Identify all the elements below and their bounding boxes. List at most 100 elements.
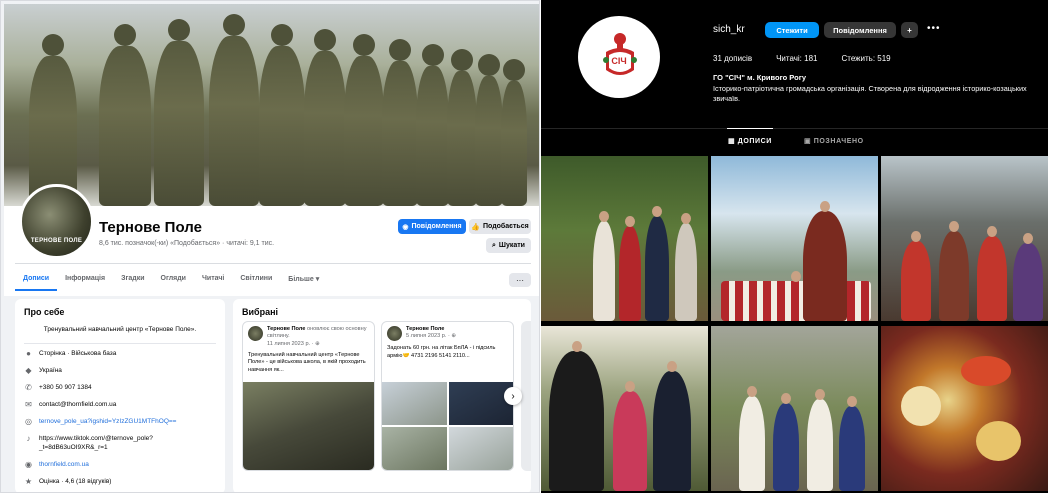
following-count[interactable]: Стежить: 519 <box>841 54 890 63</box>
post-thumbnail[interactable] <box>541 156 708 321</box>
website-icon: ◉ <box>25 459 32 469</box>
cover-photo <box>4 4 539 206</box>
tab-photos[interactable]: Світлини <box>232 271 280 291</box>
tab-more[interactable]: Більше ▾ <box>280 271 327 291</box>
tiktok-icon: ♪ <box>26 434 31 444</box>
messenger-icon: ◉ <box>402 223 409 231</box>
info-text: Оцінка · 4,6 (18 відгуків) <box>39 477 112 485</box>
profile-stats: 31 дописів Читачі: 181 Стежить: 519 <box>713 54 891 63</box>
like-button[interactable]: 👍 Подобається <box>469 219 531 234</box>
info-row: ◆ Україна <box>24 366 216 376</box>
post-author[interactable]: Тернове Поле <box>406 326 444 332</box>
instagram-icon: ◎ <box>25 417 32 427</box>
instagram-profile-screenshot: СІЧ sich_kr Стежити Повідомлення + ••• 3… <box>541 0 1048 493</box>
featured-title: Вибрані <box>242 307 279 317</box>
post-text: Задонать 60 грн. на літак БпЛА - і підси… <box>387 345 496 359</box>
profile-avatar[interactable]: ТЕРНОВЕ ПОЛЕ <box>19 184 94 259</box>
info-text: Сторінка · Військова база <box>39 350 117 357</box>
post-text: Тренувальний навчальний центр «Тернове П… <box>248 351 366 373</box>
posts-grid <box>541 156 1048 493</box>
post-avatar[interactable] <box>248 326 263 341</box>
post-meta: Тернове Поле 5 липня 2023 р. · ⊕ <box>406 326 456 341</box>
post-header: Тернове Поле 5 липня 2023 р. · ⊕ <box>382 322 513 345</box>
search-icon: ⌕ <box>492 241 496 249</box>
display-name: ГО "СІЧ" м. Кривого Рогу <box>713 73 806 82</box>
post-image[interactable] <box>448 427 513 470</box>
post-meta: Тернове Поле оновлює свою основну світли… <box>267 326 369 348</box>
phone-icon: ✆ <box>25 383 32 393</box>
post-image[interactable] <box>382 427 447 470</box>
tab-posts[interactable]: ▦ ДОПИСИ <box>728 137 772 145</box>
about-description: Тренувальний навчальний центр «Тернове П… <box>43 326 197 333</box>
featured-post-card-partial[interactable] <box>521 321 531 471</box>
page-tabs: Дописи Інформація Згадки Огляди Читачі С… <box>15 271 327 291</box>
page-title: Тернове Поле <box>99 219 202 236</box>
post-author[interactable]: Тернове Поле <box>267 326 305 332</box>
avatar-label: ТЕРНОВЕ ПОЛЕ <box>30 238 83 244</box>
info-text[interactable]: thornfield.com.ua <box>39 461 89 470</box>
info-row[interactable]: ◎ ternove_pole_ua?igshid=YzIzZGU1MTFhOQ== <box>24 417 216 427</box>
tab-followers[interactable]: Читачі <box>194 271 232 291</box>
posts-count: 31 дописів <box>713 54 753 63</box>
featured-section: Вибрані Тернове Поле оновлює свою основн… <box>233 299 531 492</box>
tab-mentions[interactable]: Згадки <box>113 271 152 291</box>
star-icon: ★ <box>24 476 33 486</box>
tab-divider <box>541 128 1048 129</box>
info-row: ★ Оцінка · 4,6 (18 відгуків) <box>24 476 216 487</box>
profile-avatar[interactable]: СІЧ <box>578 16 660 98</box>
info-row: ✉ contact@thornfield.com.ua <box>24 400 216 410</box>
search-button-label: Шукати <box>498 242 525 249</box>
post-thumbnail[interactable] <box>541 326 708 491</box>
add-user-icon[interactable]: + <box>901 22 918 38</box>
follow-button[interactable]: Стежити <box>765 22 819 38</box>
logo-text: СІЧ <box>611 56 627 66</box>
next-arrow-button[interactable]: › <box>504 387 522 405</box>
info-row: ● Сторінка · Військова база <box>24 349 216 359</box>
tab-reviews[interactable]: Огляди <box>153 271 194 291</box>
username: sich_kr <box>713 24 745 35</box>
message-button[interactable]: ◉ Повідомлення <box>398 219 466 234</box>
more-options-icon[interactable]: ••• <box>927 23 941 34</box>
info-icon: ● <box>26 349 31 359</box>
post-thumbnail[interactable] <box>711 326 878 491</box>
post-header: Тернове Поле оновлює свою основну світли… <box>243 322 374 352</box>
thumbs-up-icon: 👍 <box>471 223 480 231</box>
bio: Історико-патріотична громадська організа… <box>713 84 1027 103</box>
post-image[interactable] <box>448 382 513 425</box>
featured-post-card[interactable]: Тернове Поле оновлює свою основну світли… <box>242 321 375 471</box>
followers-count[interactable]: Читачі: 181 <box>776 54 817 63</box>
post-thumbnail[interactable] <box>881 326 1048 491</box>
post-thumbnail[interactable] <box>711 156 878 321</box>
message-button[interactable]: Повідомлення <box>824 22 896 38</box>
more-options-button[interactable]: ··· <box>509 273 531 287</box>
tab-info[interactable]: Інформація <box>57 271 113 291</box>
info-text: contact@thornfield.com.ua <box>39 401 117 408</box>
post-image[interactable] <box>382 382 447 425</box>
about-title: Про себе <box>24 307 65 317</box>
info-list: ● Сторінка · Військова база ◆ Україна ✆ +380 … <box>24 349 216 487</box>
active-tab-indicator <box>727 128 773 129</box>
message-button-label: Повідомлення <box>411 223 462 230</box>
info-row: ♪ https://www.tiktok.com/@ternove_pole?_t… <box>24 434 216 453</box>
info-row[interactable]: ◉ thornfield.com.ua <box>24 459 216 470</box>
info-row: ✆ +380 50 907 1384 <box>24 383 216 393</box>
post-image[interactable] <box>243 382 374 470</box>
info-text: Україна <box>39 367 62 374</box>
header-divider <box>15 263 531 264</box>
email-icon: ✉ <box>25 400 32 410</box>
post-date[interactable]: 11 липня 2023 р. · ⊕ <box>267 341 320 347</box>
featured-post-card[interactable]: Тернове Поле 5 липня 2023 р. · ⊕ Задонат… <box>381 321 514 471</box>
info-text: +380 50 907 1384 <box>39 384 92 391</box>
search-button[interactable]: ⌕ Шукати <box>486 238 531 253</box>
post-image-grid[interactable] <box>382 382 513 470</box>
page-stats[interactable]: 8,6 тис. позначок(-ки) «Подобається» · ч… <box>99 240 274 247</box>
location-icon: ◆ <box>25 366 32 376</box>
post-thumbnail[interactable] <box>881 156 1048 321</box>
facebook-page-screenshot: ТЕРНОВЕ ПОЛЕ Тернове Поле 8,6 тис. позна… <box>0 0 540 493</box>
post-avatar[interactable] <box>387 326 402 341</box>
post-date[interactable]: 5 липня 2023 р. · ⊕ <box>406 333 456 339</box>
info-text[interactable]: ternove_pole_ua?igshid=YzIzZGU1MTFhOQ== <box>39 418 176 427</box>
tab-tagged[interactable]: ▣ ПОЗНАЧЕНО <box>804 137 864 145</box>
info-text: https://www.tiktok.com/@ternove_pole?_t=… <box>39 435 153 451</box>
tab-posts[interactable]: Дописи <box>15 271 58 291</box>
